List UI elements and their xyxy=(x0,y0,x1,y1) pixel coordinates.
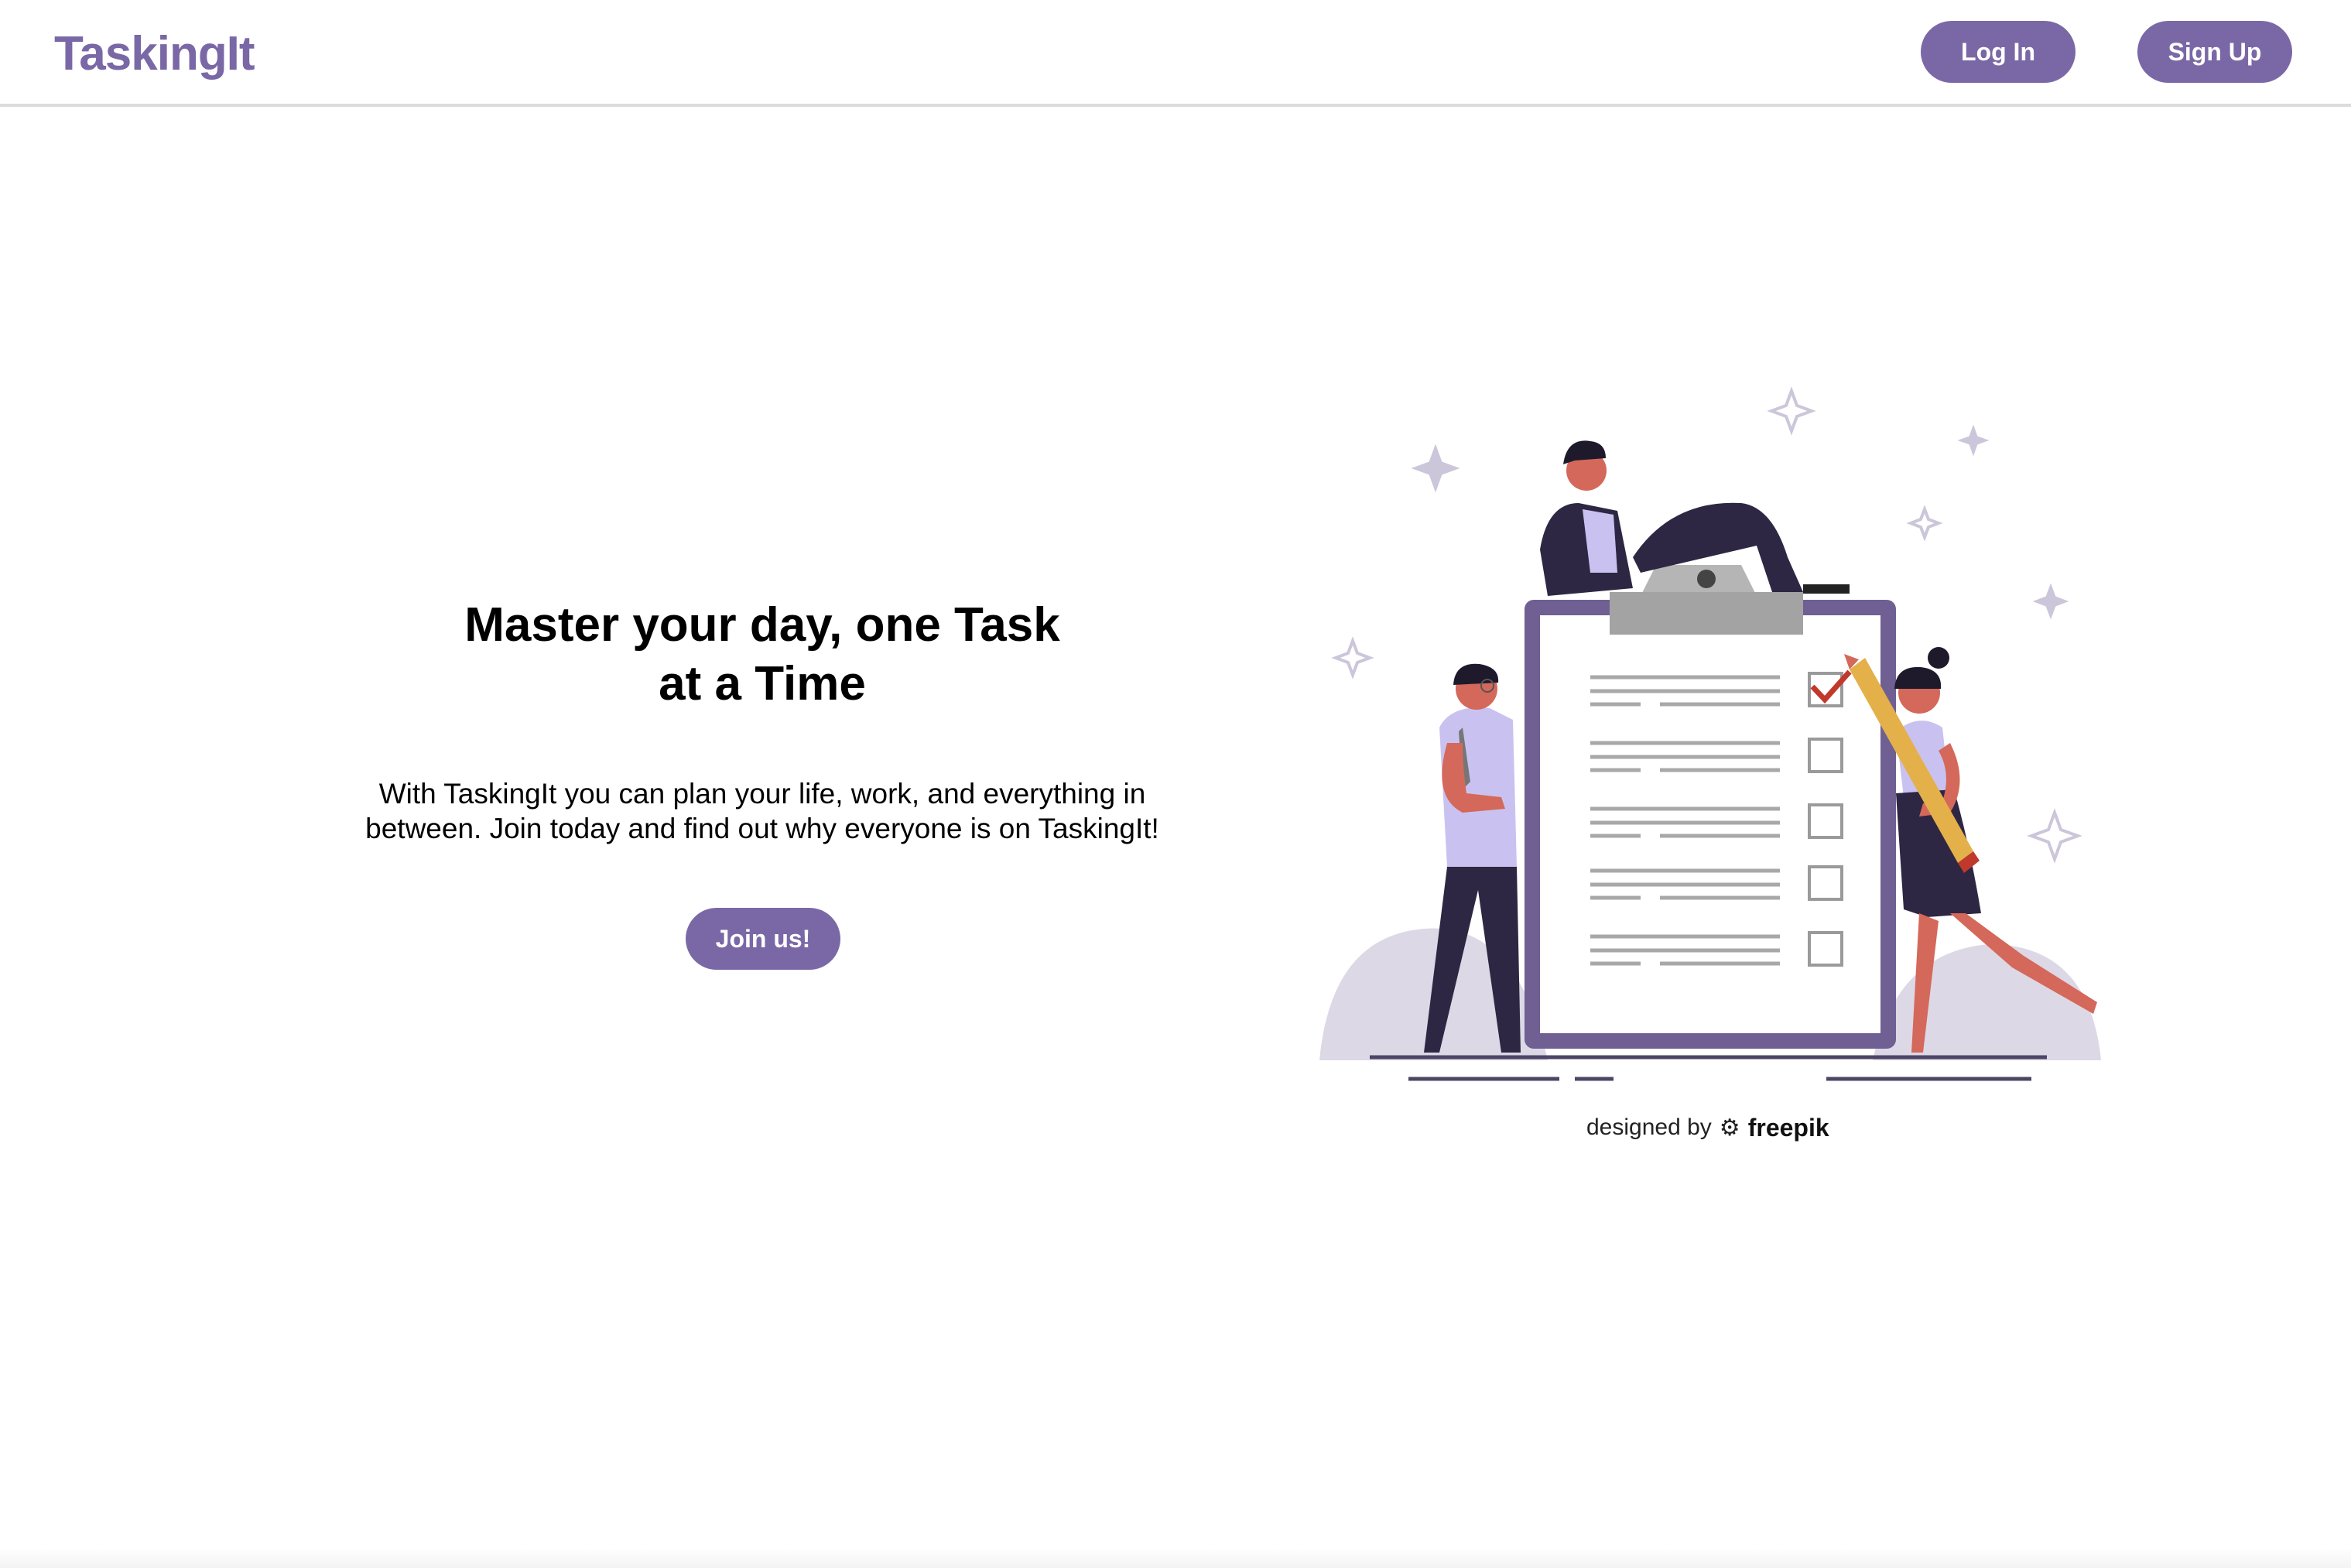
top-navbar: TaskingIt Log In Sign Up xyxy=(0,0,2351,107)
right-blob xyxy=(1873,944,2101,1060)
credit-brand: freepik xyxy=(1747,1113,1829,1142)
hero-title-line-1: Master your day, one Task xyxy=(464,598,1060,652)
checklist-team-illustration xyxy=(1319,386,2101,1081)
join-us-button[interactable]: Join us! xyxy=(686,908,840,970)
login-button[interactable]: Log In xyxy=(1921,21,2076,83)
hero-title-line-2: at a Time xyxy=(659,657,866,710)
hero-description-line-2: between. Join today and find out why eve… xyxy=(365,813,1159,844)
signup-button[interactable]: Sign Up xyxy=(2137,21,2292,83)
designer-credit[interactable]: designed by ⚙ freepik xyxy=(1586,1108,1829,1147)
ground-lines xyxy=(1370,1055,2047,1081)
credit-prefix: designed by xyxy=(1586,1114,1712,1140)
hero-description-line-1: With TaskingIt you can plan your life, w… xyxy=(378,778,1146,810)
footer-edge xyxy=(0,1548,2351,1568)
hero-title: Master your day, one Task at a Time xyxy=(325,596,1199,714)
brand-logo[interactable]: TaskingIt xyxy=(54,23,255,85)
hero-description: With TaskingIt you can plan your life, w… xyxy=(341,776,1184,846)
freepik-logo-icon: ⚙ xyxy=(1719,1114,1740,1141)
